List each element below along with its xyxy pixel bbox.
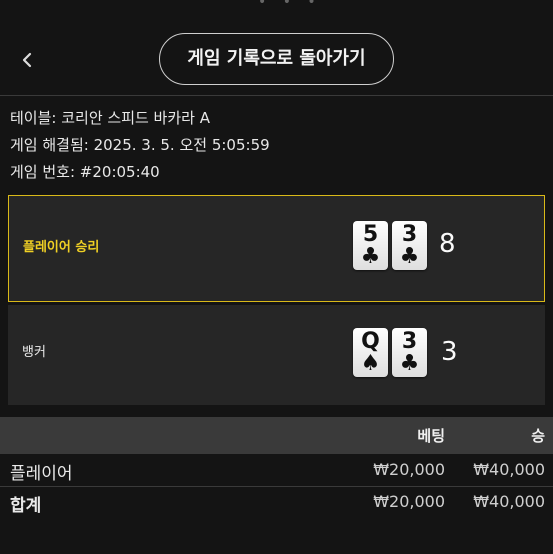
player-score: 8 <box>439 229 456 259</box>
banker-card-1: Q ♠ <box>353 328 388 377</box>
win-column-header: 승 <box>531 427 545 445</box>
banker-card-2: 3 ♣ <box>392 328 427 377</box>
table-name: 테이블: 코리안 스피드 바카라 A <box>10 109 210 127</box>
spade-icon: ♠ <box>360 351 381 376</box>
banker-score: 3 <box>441 337 458 367</box>
bet-name: 플레이어 <box>10 464 73 484</box>
game-number: 게임 번호: #20:05:40 <box>10 163 160 181</box>
top-bar: • • • 게임 기록으로 돌아가기 <box>0 0 553 96</box>
player-card-1: 5 ♣ <box>353 221 388 270</box>
total-win-amount: ₩40,000 <box>473 492 545 511</box>
total-bet-amount: ₩20,000 <box>373 492 445 511</box>
bet-table-header: 베팅 승 <box>0 417 553 454</box>
back-button[interactable] <box>16 46 40 74</box>
banker-label: 뱅커 <box>22 345 46 360</box>
player-card-2: 3 ♣ <box>392 221 427 270</box>
player-win-label: 플레이어 승리 <box>23 240 100 255</box>
total-row: 합계 ₩20,000 ₩40,000 <box>0 487 553 518</box>
banker-result-panel: 뱅커 Q ♠ 3 ♣ 3 <box>8 305 545 405</box>
bet-amount: ₩20,000 <box>373 460 445 479</box>
club-icon: ♣ <box>399 244 420 269</box>
club-icon: ♣ <box>360 244 381 269</box>
bet-column-header: 베팅 <box>417 427 445 445</box>
table-row: 플레이어 ₩20,000 ₩40,000 <box>0 455 553 487</box>
resolved-time: 게임 해결됨: 2025. 3. 5. 오전 5:05:59 <box>10 136 270 154</box>
player-result-panel: 플레이어 승리 5 ♣ 3 ♣ 8 <box>8 195 545 302</box>
club-icon: ♣ <box>399 351 420 376</box>
chevron-left-icon <box>22 52 32 68</box>
top-handle: • • • <box>258 0 322 10</box>
back-to-history-button[interactable]: 게임 기록으로 돌아가기 <box>159 33 394 85</box>
total-label: 합계 <box>10 496 42 516</box>
win-amount: ₩40,000 <box>473 460 545 479</box>
